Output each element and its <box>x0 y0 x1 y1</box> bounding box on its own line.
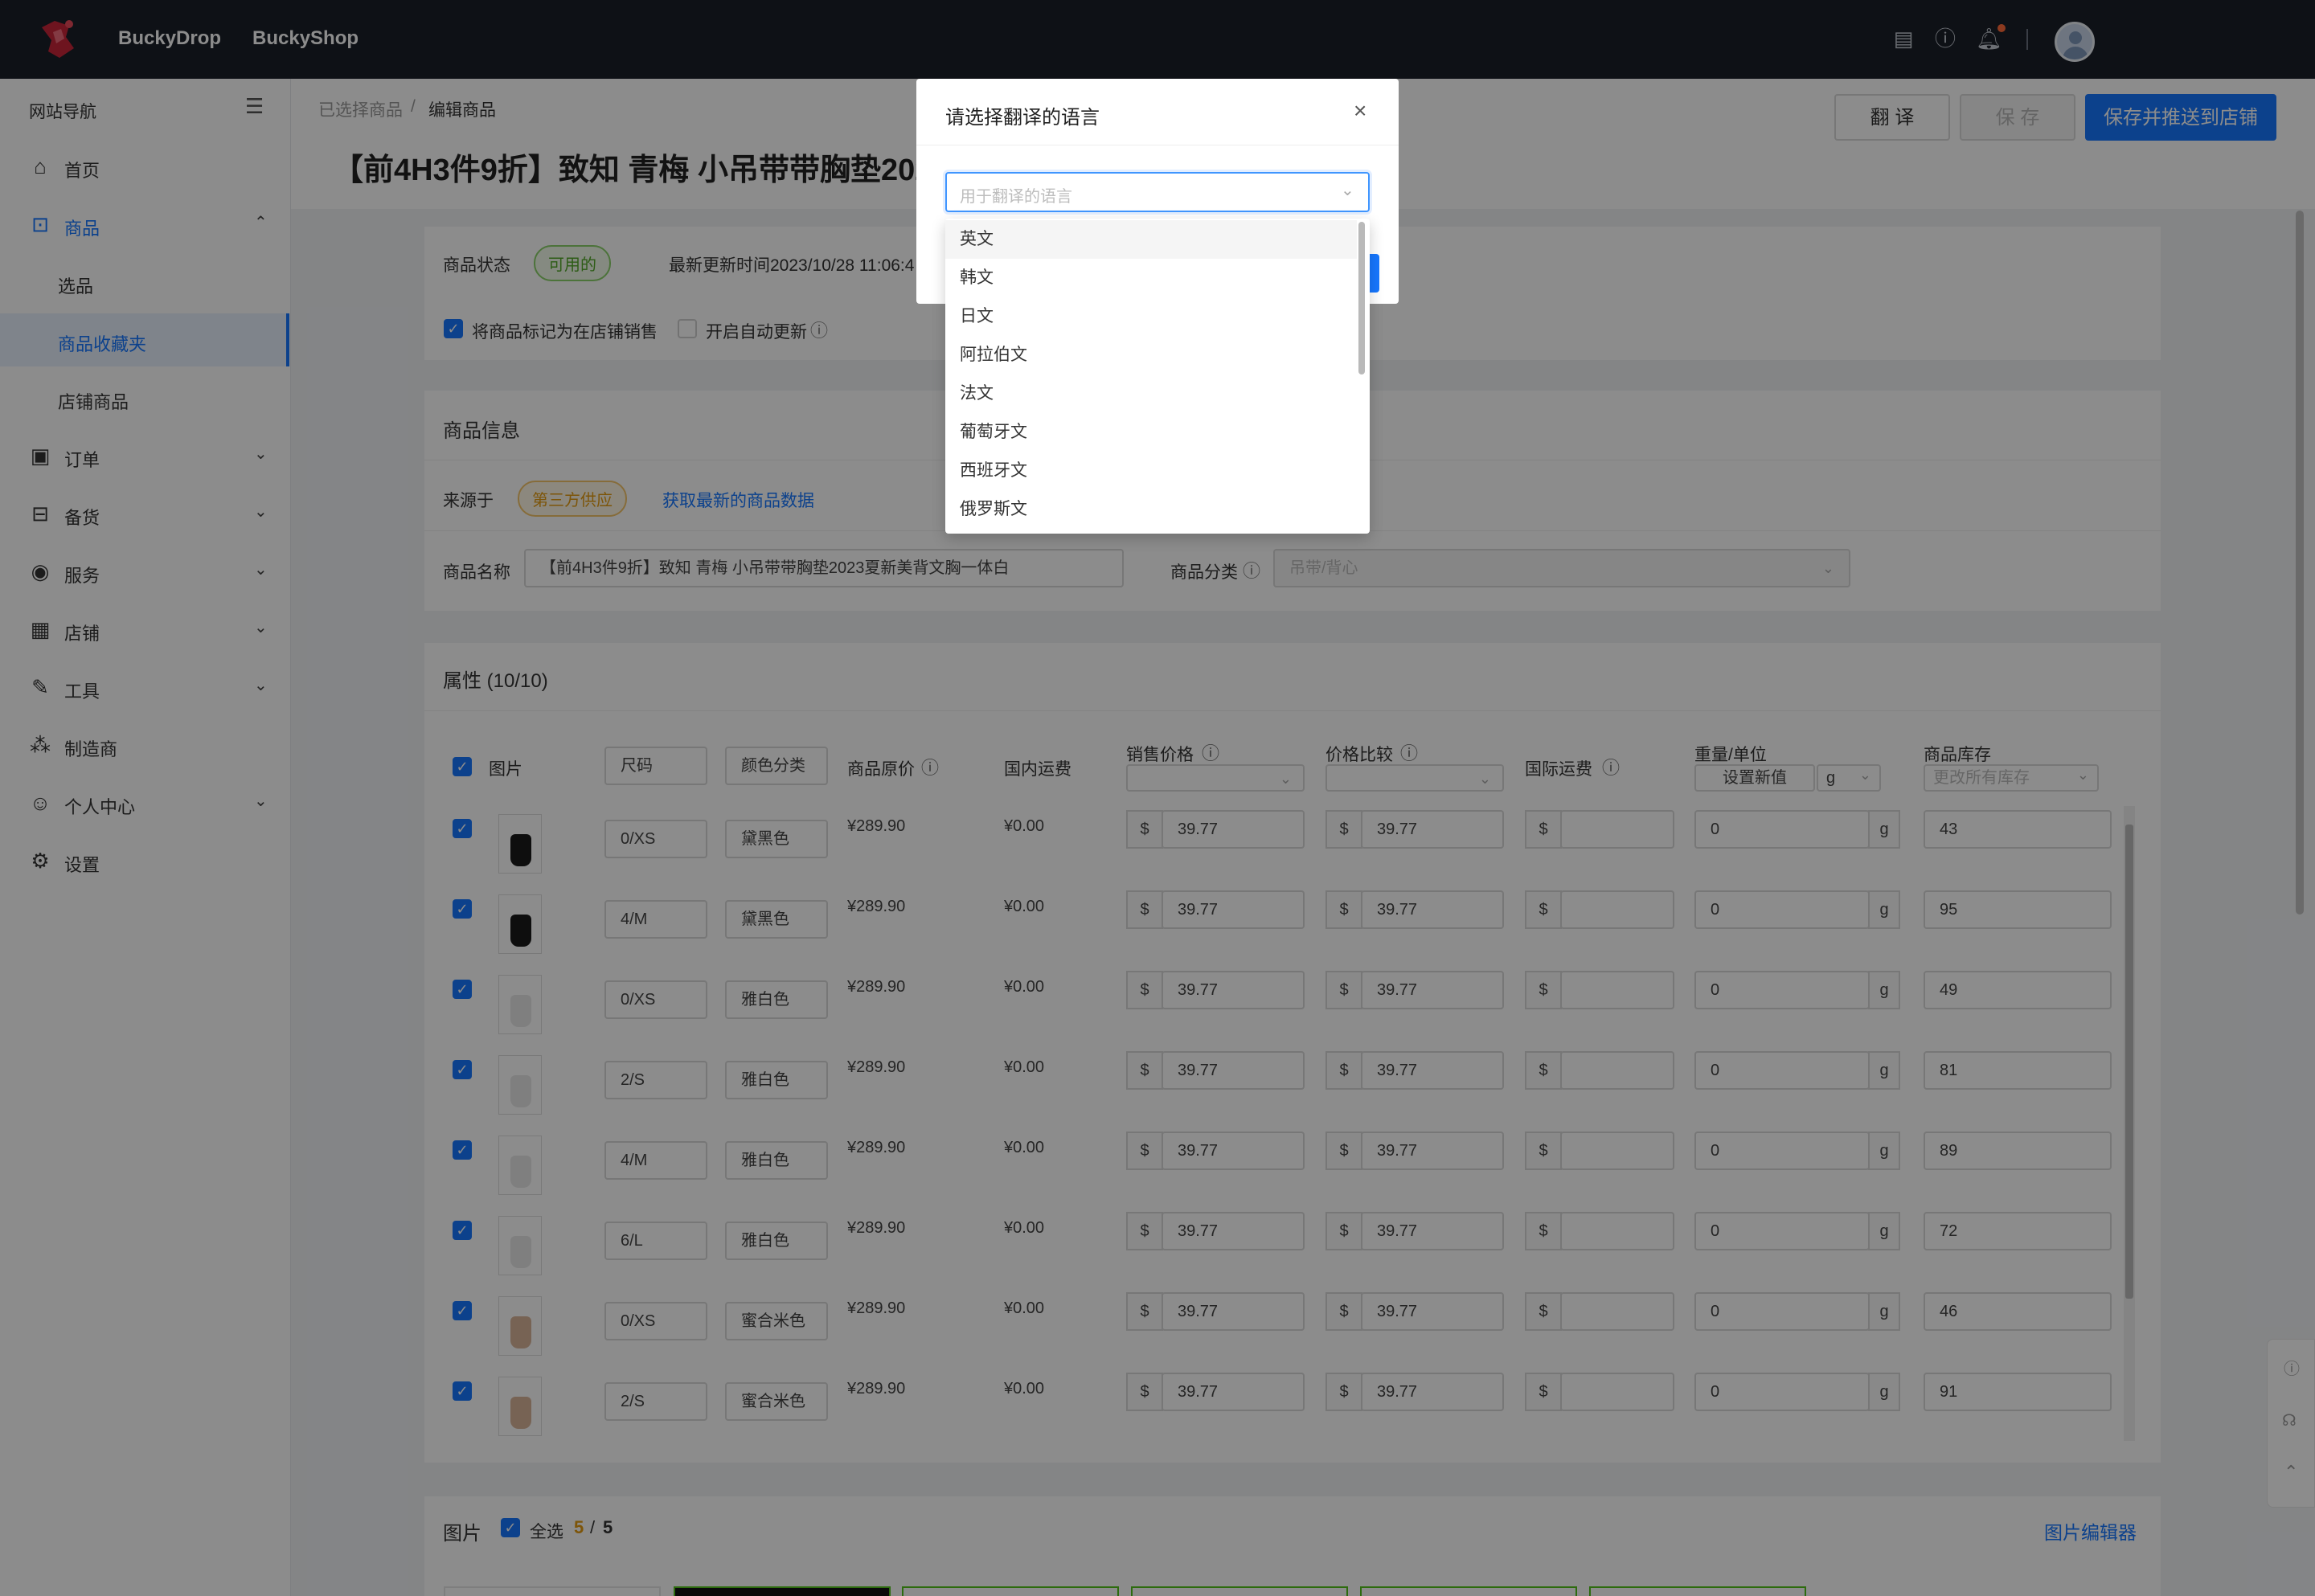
language-option-english[interactable]: 英文 <box>945 220 1357 259</box>
language-option-korean[interactable]: 韩文 <box>945 259 1357 297</box>
language-option-spanish[interactable]: 西班牙文 <box>945 452 1357 490</box>
close-icon[interactable]: × <box>1354 98 1366 124</box>
language-option-portuguese[interactable]: 葡萄牙文 <box>945 413 1357 452</box>
language-dropdown: 英文 韩文 日文 阿拉伯文 法文 葡萄牙文 西班牙文 俄罗斯文 <box>945 219 1370 534</box>
language-option-russian[interactable]: 俄罗斯文 <box>945 490 1357 529</box>
language-select[interactable]: 用于翻译的语言 ⌄ <box>945 172 1370 212</box>
language-select-placeholder: 用于翻译的语言 <box>960 188 1072 206</box>
modal-title: 请选择翻译的语言 <box>945 107 1100 129</box>
language-option-japanese[interactable]: 日文 <box>945 297 1357 336</box>
language-option-french[interactable]: 法文 <box>945 374 1357 413</box>
language-option-arabic[interactable]: 阿拉伯文 <box>945 336 1357 374</box>
dropdown-scrollbar[interactable] <box>1358 222 1365 374</box>
chevron-down-icon: ⌄ <box>1341 182 1354 199</box>
